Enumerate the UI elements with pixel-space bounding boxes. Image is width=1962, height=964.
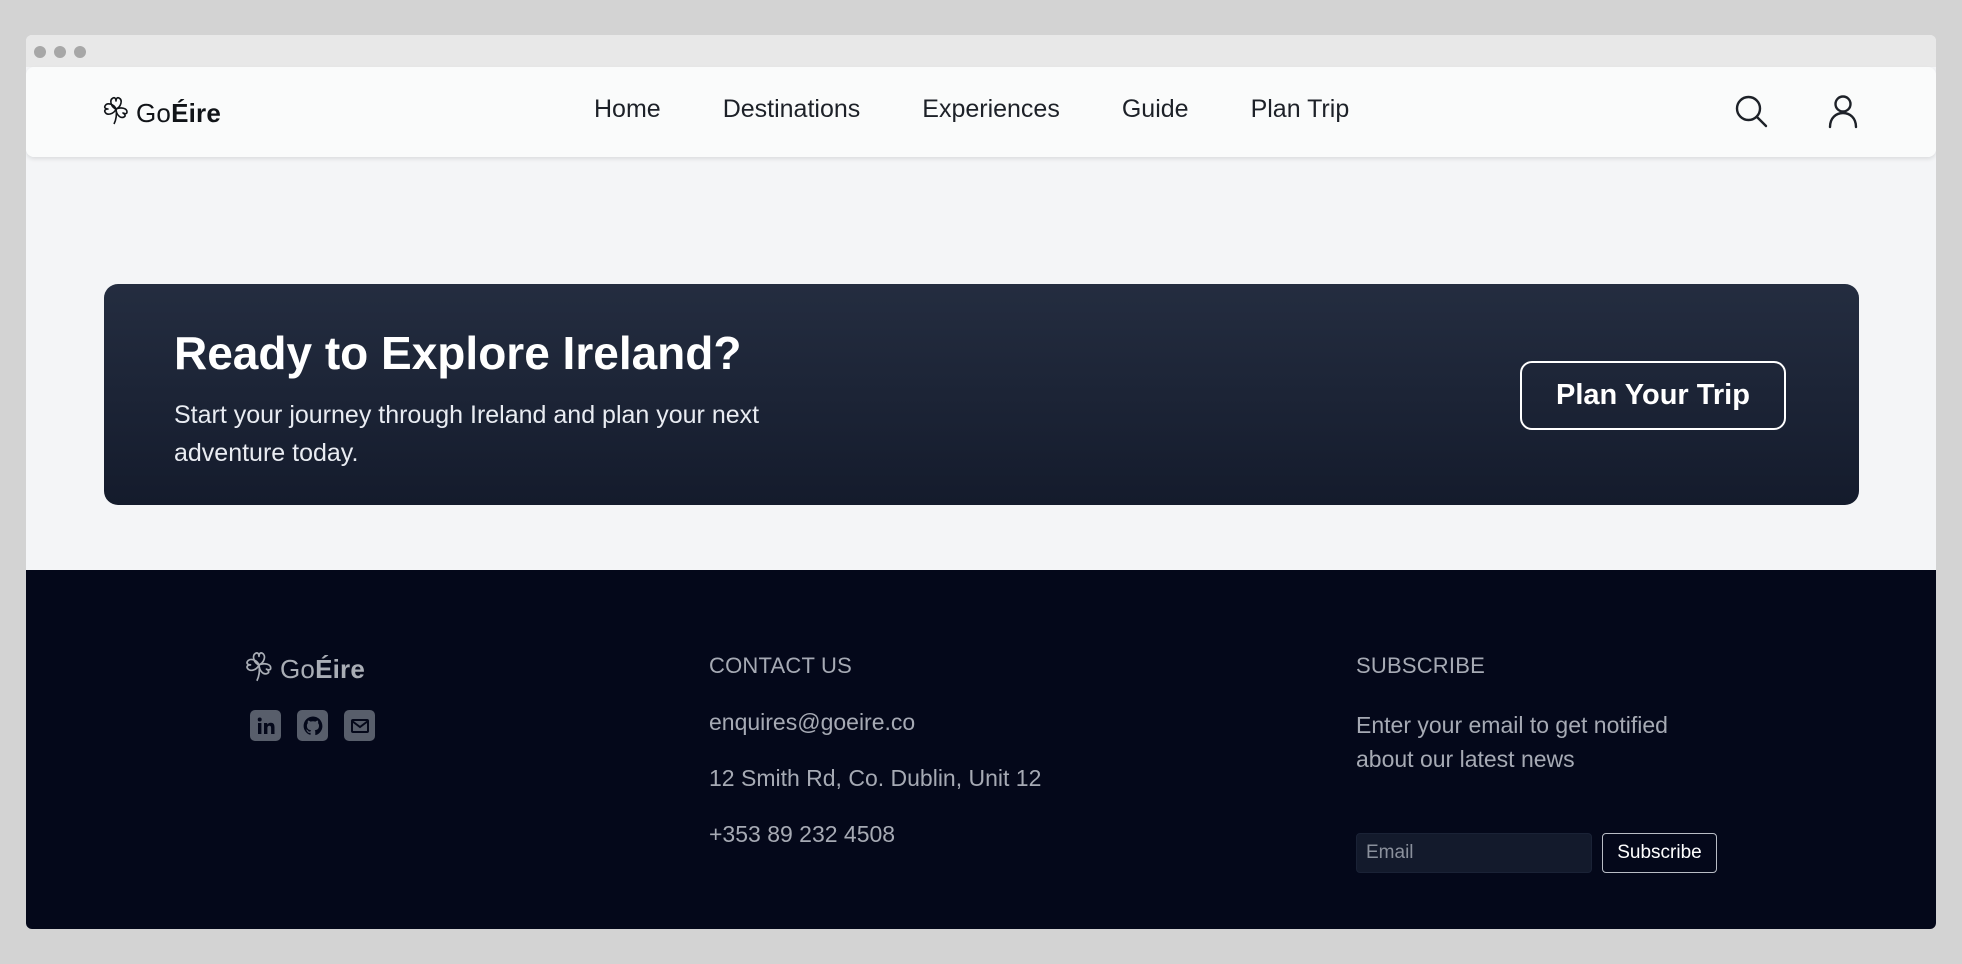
- nav-link-home[interactable]: Home: [594, 95, 661, 124]
- cta-title: Ready to Explore Ireland?: [174, 327, 742, 379]
- social-links: [250, 710, 375, 741]
- contact-heading: CONTACT US: [709, 653, 852, 678]
- shamrock-icon: [244, 650, 274, 689]
- subscribe-heading: SUBSCRIBE: [1356, 653, 1485, 678]
- window-dot: [74, 46, 86, 58]
- footer: GoÉire CONTACT US enquires@goeire.co 12 …: [26, 570, 1936, 929]
- brand-logo[interactable]: GoÉire: [102, 95, 221, 132]
- nav-link-plan-trip[interactable]: Plan Trip: [1251, 95, 1350, 124]
- cta-banner: Ready to Explore Ireland? Start your jou…: [104, 284, 1859, 505]
- window-chrome: [26, 35, 1936, 67]
- plan-your-trip-button[interactable]: Plan Your Trip: [1520, 361, 1786, 430]
- footer-brand-name: GoÉire: [280, 654, 366, 684]
- nav-links: Home Destinations Experiences Guide Plan…: [594, 95, 1349, 124]
- footer-brand-logo[interactable]: GoÉire: [244, 650, 365, 689]
- nav-link-guide[interactable]: Guide: [1122, 95, 1189, 124]
- navbar: GoÉire Home Destinations Experiences Gui…: [26, 67, 1936, 157]
- subscribe-description: Enter your email to get notified about o…: [1356, 712, 1668, 772]
- email-field[interactable]: [1356, 833, 1592, 873]
- cta-subtitle: Start your journey through Ireland and p…: [174, 401, 760, 467]
- contact-phone[interactable]: +353 89 232 4508: [709, 821, 895, 848]
- contact-address: 12 Smith Rd, Co. Dublin, Unit 12: [709, 765, 1042, 791]
- brand-name: GoÉire: [136, 98, 222, 128]
- nav-link-destinations[interactable]: Destinations: [723, 95, 861, 124]
- window-dot: [54, 46, 66, 58]
- search-icon[interactable]: [1733, 93, 1769, 129]
- shamrock-icon: [102, 95, 130, 132]
- mail-icon[interactable]: [344, 710, 375, 741]
- contact-email[interactable]: enquires@goeire.co: [709, 709, 915, 736]
- github-icon[interactable]: [297, 710, 328, 741]
- user-icon[interactable]: [1825, 93, 1861, 129]
- linkedin-icon[interactable]: [250, 710, 281, 741]
- browser-window: GoÉire Home Destinations Experiences Gui…: [26, 35, 1936, 929]
- subscribe-button[interactable]: Subscribe: [1602, 833, 1717, 873]
- window-dot: [34, 46, 46, 58]
- nav-link-experiences[interactable]: Experiences: [922, 95, 1060, 124]
